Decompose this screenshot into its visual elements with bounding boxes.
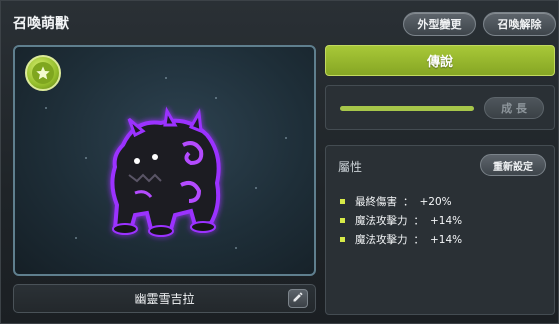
stat-name: 魔法攻擊力 (355, 215, 408, 227)
growth-panel: 成 長 (325, 85, 555, 130)
stat-item: 魔法攻擊力 ： +14% (340, 230, 462, 249)
attributes-title: 屬性 (338, 160, 363, 174)
stat-separator: ： (413, 215, 425, 227)
grow-button[interactable]: 成 長 (484, 97, 544, 119)
stat-value: +14% (430, 214, 463, 227)
pet-name-bar: 幽靈雪吉拉 (13, 284, 316, 313)
growth-progress-fill (340, 106, 474, 111)
stat-name: 魔法攻擊力 (355, 234, 408, 246)
summon-pet-window: 召喚萌獸 外型變更 召喚解除 幽靈雪吉拉 傳說 成 長 屬性 重新設定 最終傷害… (0, 0, 559, 324)
reset-attributes-button[interactable]: 重新設定 (480, 154, 546, 176)
pet-name: 幽靈雪吉拉 (134, 292, 195, 306)
bullet-icon (340, 218, 345, 223)
attributes-panel: 屬性 重新設定 最終傷害 ： +20% 魔法攻擊力 ： +14% 魔法攻擊力 ：… (325, 145, 555, 315)
dismiss-summon-button[interactable]: 召喚解除 (483, 12, 556, 36)
bullet-icon (340, 199, 345, 204)
stat-item: 魔法攻擊力 ： +14% (340, 211, 462, 230)
stat-value: +20% (419, 195, 452, 208)
bullet-icon (340, 237, 345, 242)
star-icon (25, 55, 61, 91)
pet-viewer (13, 45, 316, 276)
stat-item: 最終傷害 ： +20% (340, 192, 462, 211)
edit-name-button[interactable] (288, 289, 308, 308)
pencil-icon (292, 291, 304, 306)
pet-sprite (95, 105, 235, 245)
stat-value: +14% (430, 233, 463, 246)
stat-separator: ： (403, 196, 414, 208)
stat-separator: ： (413, 234, 425, 246)
stat-name: 最終傷害 (355, 196, 397, 208)
window-title: 召喚萌獸 (13, 16, 69, 32)
change-appearance-button[interactable]: 外型變更 (403, 12, 476, 36)
grade-button[interactable]: 傳說 (325, 45, 555, 76)
stat-list: 最終傷害 ： +20% 魔法攻擊力 ： +14% 魔法攻擊力 ： +14% (340, 192, 462, 249)
growth-progress-bar (340, 106, 474, 111)
